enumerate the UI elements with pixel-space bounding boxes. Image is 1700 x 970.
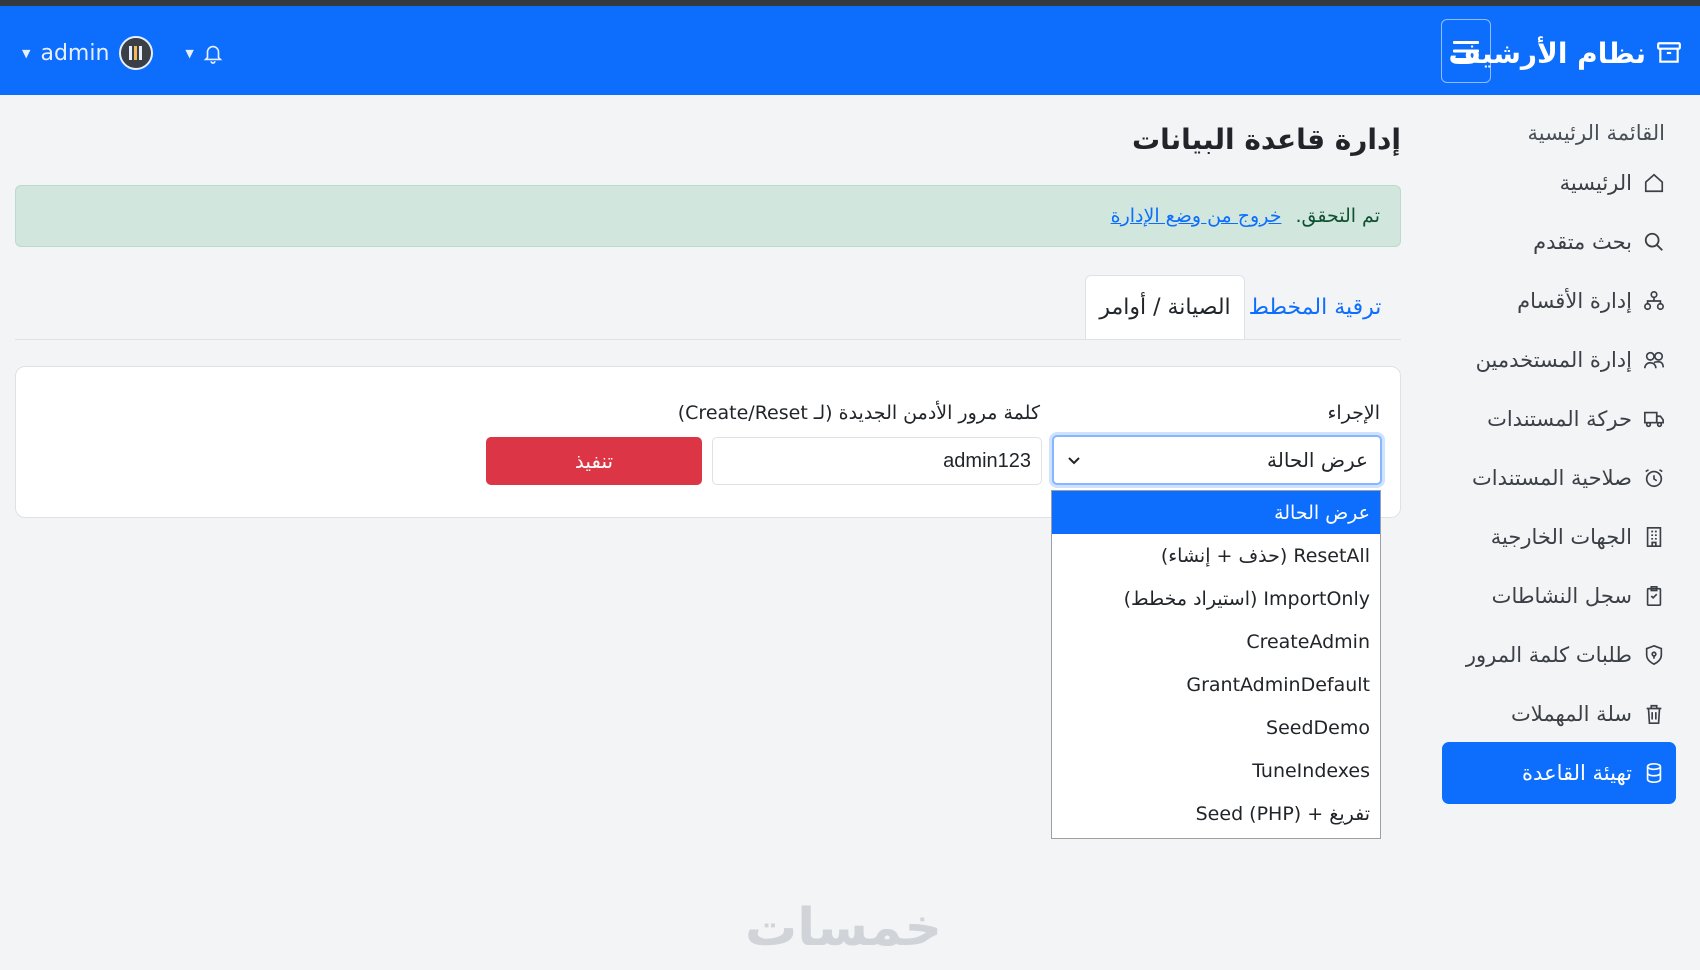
notifications-caret-icon[interactable]: ▼ (185, 47, 193, 60)
sidebar: القائمة الرئيسية الرئيسية بحث متقدم إدار… (1442, 95, 1700, 970)
sidebar-heading: القائمة الرئيسية (1527, 121, 1665, 145)
sidebar-item-departments[interactable]: إدارة الأقسام (1442, 270, 1676, 332)
tab-schema-upgrade[interactable]: ترقية المخطط (1245, 275, 1385, 340)
dropdown-option[interactable]: عرض الحالة (1052, 491, 1380, 534)
sidebar-item-document-validity[interactable]: صلاحية المستندات (1442, 447, 1676, 509)
alert-text: تم التحقق. (1295, 205, 1380, 227)
sidebar-item-trash[interactable]: سلة المهملات (1442, 683, 1676, 745)
admin-password-input[interactable] (712, 437, 1042, 485)
avatar[interactable] (119, 36, 154, 70)
users-icon (1642, 348, 1666, 372)
navbar: نظام الأرشيف ▼ admin ▼ (0, 6, 1700, 95)
truck-icon (1642, 407, 1666, 431)
home-icon (1642, 171, 1666, 195)
sidebar-item-label: طلبات كلمة المرور (1465, 643, 1632, 667)
dropdown-option[interactable]: GrantAdminDefault (1052, 663, 1380, 706)
action-label: الإجراء (1327, 402, 1380, 424)
exit-admin-mode-link[interactable]: خروج من وضع الإدارة (1111, 205, 1282, 227)
page-title: إدارة قاعدة البيانات (1131, 123, 1401, 156)
sidebar-item-home[interactable]: الرئيسية (1442, 152, 1676, 214)
sidebar-item-label: سجل النشاطات (1491, 584, 1632, 608)
sidebar-item-password-requests[interactable]: طلبات كلمة المرور (1442, 624, 1676, 686)
database-icon (1642, 761, 1666, 785)
dropdown-option[interactable]: ResetAll (حذف + إنشاء) (1052, 534, 1380, 577)
tab-maintenance[interactable]: الصيانة / أوامر (1085, 275, 1245, 340)
sidebar-item-label: تهيئة القاعدة (1522, 761, 1632, 785)
trash-icon (1642, 702, 1666, 726)
search-icon (1642, 230, 1666, 254)
execute-button[interactable]: تنفيذ (486, 437, 702, 485)
notifications[interactable]: ▼ (185, 41, 223, 65)
sidebar-item-external-parties[interactable]: الجهات الخارجية (1442, 506, 1676, 568)
action-select[interactable]: عرض الحالة (1052, 435, 1382, 485)
dropdown-option[interactable]: TuneIndexes (1052, 749, 1380, 792)
bell-icon[interactable] (202, 41, 224, 65)
dropdown-option[interactable]: CreateAdmin (1052, 620, 1380, 663)
sitemap-icon (1642, 289, 1666, 313)
sidebar-item-document-movement[interactable]: حركة المستندات (1442, 388, 1676, 450)
sidebar-item-label: إدارة الأقسام (1517, 289, 1632, 313)
avatar-image-icon (129, 46, 143, 60)
alarm-icon (1642, 466, 1666, 490)
success-alert: تم التحقق. خروج من وضع الإدارة (15, 185, 1401, 247)
hamburger-icon (1453, 41, 1479, 61)
sidebar-item-label: سلة المهملات (1511, 702, 1632, 726)
archive-icon (1656, 40, 1682, 66)
sidebar-item-activity-log[interactable]: سجل النشاطات (1442, 565, 1676, 627)
dropdown-option[interactable]: SeedDemo (1052, 706, 1380, 749)
sidebar-item-label: الرئيسية (1559, 171, 1632, 195)
nav-user-area: ▼ admin ▼ (22, 31, 224, 75)
sidebar-item-label: إدارة المستخدمين (1475, 348, 1632, 372)
user-name[interactable]: admin (40, 41, 109, 66)
sidebar-item-label: صلاحية المستندات (1471, 466, 1632, 490)
building-icon (1642, 525, 1666, 549)
chevron-down-icon (1068, 457, 1080, 465)
menu-toggle-button[interactable] (1441, 19, 1491, 83)
shield-icon (1642, 643, 1666, 667)
sidebar-item-label: الجهات الخارجية (1490, 525, 1632, 549)
tabs-divider (15, 339, 1401, 340)
clipboard-icon (1642, 584, 1666, 608)
sidebar-item-advanced-search[interactable]: بحث متقدم (1442, 211, 1676, 273)
dropdown-option[interactable]: ImportOnly (استيراد مخطط) (1052, 577, 1380, 620)
dropdown-option[interactable]: تفريغ + Seed (PHP) (1052, 792, 1380, 835)
sidebar-item-label: بحث متقدم (1533, 230, 1632, 254)
sidebar-item-label: حركة المستندات (1487, 407, 1632, 431)
sidebar-item-users[interactable]: إدارة المستخدمين (1442, 329, 1676, 391)
action-dropdown-list: عرض الحالة ResetAll (حذف + إنشاء) Import… (1051, 490, 1381, 839)
watermark: خمسات (745, 898, 943, 958)
sidebar-item-db-setup[interactable]: تهيئة القاعدة (1442, 742, 1676, 804)
user-caret-icon[interactable]: ▼ (22, 47, 30, 60)
password-label: كلمة مرور الأدمن الجديدة (لـ Create/Rese… (677, 402, 1040, 424)
action-select-value: عرض الحالة (1267, 448, 1368, 472)
